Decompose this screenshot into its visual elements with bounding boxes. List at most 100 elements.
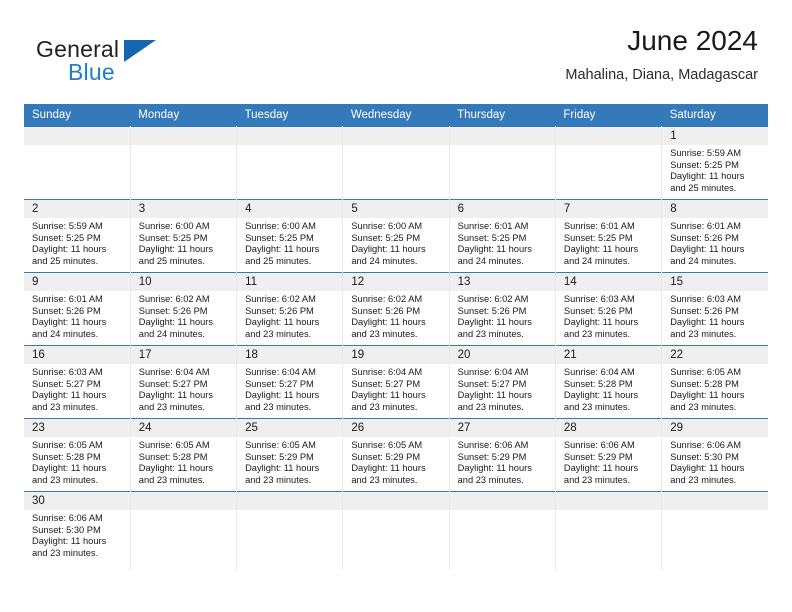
sunrise-text: Sunrise: 6:04 AM xyxy=(457,367,529,377)
calendar-day-cell[interactable]: 14 Sunrise: 6:03 AM Sunset: 5:26 PM Dayligh… xyxy=(554,272,663,346)
sunrise-text: Sunrise: 6:01 AM xyxy=(457,221,529,231)
general-blue-logo[interactable]: General Blue xyxy=(36,36,216,92)
calendar-day-cell[interactable]: 27 Sunrise: 6:06 AM Sunset: 5:29 PM Dayligh… xyxy=(448,418,556,492)
sunset-text: Sunset: 5:25 PM xyxy=(563,232,633,243)
day-cell-inner: 13 Sunrise: 6:02 AM Sunset: 5:26 PM Dayligh… xyxy=(449,273,555,345)
day-cell-inner: 18 Sunrise: 6:04 AM Sunset: 5:27 PM Dayligh… xyxy=(237,346,343,418)
day-number xyxy=(343,127,449,145)
daylight-text-line2: and 23 minutes. xyxy=(563,474,631,485)
day-number xyxy=(130,492,237,510)
weekday-header-wednesday: Wednesday xyxy=(342,104,450,127)
day-details: Sunrise: 5:59 AM Sunset: 5:25 PM Daylight:… xyxy=(662,145,768,194)
daylight-text-line2: and 23 minutes. xyxy=(670,328,737,339)
daylight-text-line2: and 23 minutes. xyxy=(563,401,631,412)
calendar-day-cell[interactable]: 30 Sunrise: 6:06 AM Sunset: 5:30 PM Dayligh… xyxy=(24,491,131,570)
calendar-day-cell[interactable]: 23 Sunrise: 6:05 AM Sunset: 5:28 PM Dayligh… xyxy=(24,418,131,492)
sunrise-text: Sunrise: 6:02 AM xyxy=(138,294,210,304)
calendar-day-cell[interactable]: 3 Sunrise: 6:00 AM Sunset: 5:25 PM Daylight… xyxy=(129,199,238,273)
day-cell-inner: 16 Sunrise: 6:03 AM Sunset: 5:27 PM Dayligh… xyxy=(24,346,130,418)
sunset-text: Sunset: 5:28 PM xyxy=(32,451,101,462)
calendar-day-cell[interactable]: 15 Sunrise: 6:03 AM Sunset: 5:26 PM Dayligh… xyxy=(661,272,768,346)
calendar-day-cell[interactable]: 17 Sunrise: 6:04 AM Sunset: 5:27 PM Dayligh… xyxy=(129,345,238,419)
day-number: 5 xyxy=(343,200,449,218)
day-cell-inner xyxy=(449,127,555,199)
calendar-day-cell[interactable]: 20 Sunrise: 6:04 AM Sunset: 5:27 PM Dayligh… xyxy=(448,345,556,419)
calendar-day-cell[interactable]: 7 Sunrise: 6:01 AM Sunset: 5:25 PM Daylight… xyxy=(554,199,663,273)
day-number: 6 xyxy=(449,200,555,218)
day-number xyxy=(24,127,130,145)
daylight-text-line1: Daylight: 11 hours xyxy=(32,390,107,401)
sunrise-text: Sunrise: 6:05 AM xyxy=(245,440,316,450)
calendar-day-cell-empty xyxy=(236,491,344,570)
sunrise-text: Sunrise: 6:03 AM xyxy=(670,294,741,304)
day-number: 19 xyxy=(343,346,449,364)
daylight-text-line2: and 24 minutes. xyxy=(138,328,205,339)
calendar-day-cell[interactable]: 12 Sunrise: 6:02 AM Sunset: 5:26 PM Dayligh… xyxy=(342,272,450,346)
sunrise-text: Sunrise: 6:06 AM xyxy=(670,440,741,450)
calendar-day-cell[interactable]: 25 Sunrise: 6:05 AM Sunset: 5:29 PM Dayligh… xyxy=(236,418,344,492)
calendar-day-cell[interactable]: 24 Sunrise: 6:05 AM Sunset: 5:28 PM Dayligh… xyxy=(129,418,238,492)
calendar-day-cell[interactable]: 2 Sunrise: 5:59 AM Sunset: 5:25 PM Daylight… xyxy=(24,199,131,273)
day-number: 29 xyxy=(662,419,768,437)
daylight-text-line1: Daylight: 11 hours xyxy=(563,463,639,474)
sunset-text: Sunset: 5:25 PM xyxy=(138,232,208,243)
day-number: 15 xyxy=(662,273,768,291)
calendar-day-cell[interactable]: 21 Sunrise: 6:04 AM Sunset: 5:28 PM Dayligh… xyxy=(554,345,663,419)
sunset-text: Sunset: 5:27 PM xyxy=(351,378,421,389)
day-details: Sunrise: 6:05 AM Sunset: 5:28 PM Daylight:… xyxy=(24,437,130,486)
calendar-day-cell[interactable]: 28 Sunrise: 6:06 AM Sunset: 5:29 PM Dayligh… xyxy=(554,418,663,492)
calendar-week-row: 9 Sunrise: 6:01 AM Sunset: 5:26 PM Daylight… xyxy=(24,272,768,346)
sunrise-text: Sunrise: 6:06 AM xyxy=(457,440,529,450)
calendar-day-cell[interactable]: 8 Sunrise: 6:01 AM Sunset: 5:26 PM Daylight… xyxy=(661,199,768,273)
calendar-day-cell[interactable]: 26 Sunrise: 6:05 AM Sunset: 5:29 PM Dayligh… xyxy=(342,418,450,492)
day-details: Sunrise: 6:06 AM Sunset: 5:30 PM Daylight:… xyxy=(24,510,130,559)
calendar-day-cell[interactable]: 18 Sunrise: 6:04 AM Sunset: 5:27 PM Dayligh… xyxy=(236,345,344,419)
page-header: General Blue June 2024 Mahalina, Diana, … xyxy=(24,24,768,98)
logo-blue-text: Blue xyxy=(68,59,115,85)
calendar-day-cell[interactable]: 10 Sunrise: 6:02 AM Sunset: 5:26 PM Dayligh… xyxy=(129,272,238,346)
day-cell-inner: 28 Sunrise: 6:06 AM Sunset: 5:29 PM Dayligh… xyxy=(555,419,662,491)
calendar-day-cell[interactable]: 6 Sunrise: 6:01 AM Sunset: 5:25 PM Daylight… xyxy=(448,199,556,273)
sunrise-text: Sunrise: 5:59 AM xyxy=(670,148,741,158)
day-details: Sunrise: 6:01 AM Sunset: 5:26 PM Daylight:… xyxy=(662,218,768,267)
calendar-day-cell[interactable]: 11 Sunrise: 6:02 AM Sunset: 5:26 PM Dayligh… xyxy=(236,272,344,346)
daylight-text-line1: Daylight: 11 hours xyxy=(138,244,214,255)
daylight-text-line2: and 23 minutes. xyxy=(457,474,524,485)
sunset-text: Sunset: 5:28 PM xyxy=(138,451,208,462)
calendar-day-cell[interactable]: 9 Sunrise: 6:01 AM Sunset: 5:26 PM Daylight… xyxy=(24,272,131,346)
calendar-body: 1 Sunrise: 5:59 AM Sunset: 5:25 PM Daylight… xyxy=(24,126,768,570)
sunrise-text: Sunrise: 6:02 AM xyxy=(457,294,529,304)
calendar-day-cell[interactable]: 13 Sunrise: 6:02 AM Sunset: 5:26 PM Dayligh… xyxy=(448,272,556,346)
day-cell-inner: 22 Sunrise: 6:05 AM Sunset: 5:28 PM Dayligh… xyxy=(662,346,768,418)
calendar-day-cell[interactable]: 1 Sunrise: 5:59 AM Sunset: 5:25 PM Daylight… xyxy=(661,126,768,200)
daylight-text-line2: and 24 minutes. xyxy=(670,255,737,266)
day-number: 11 xyxy=(237,273,343,291)
day-details: Sunrise: 6:00 AM Sunset: 5:25 PM Daylight:… xyxy=(343,218,448,267)
sunrise-text: Sunrise: 6:01 AM xyxy=(670,221,741,231)
calendar-day-cell[interactable]: 22 Sunrise: 6:05 AM Sunset: 5:28 PM Dayligh… xyxy=(661,345,768,419)
sunset-text: Sunset: 5:28 PM xyxy=(563,378,633,389)
calendar-day-cell[interactable]: 19 Sunrise: 6:04 AM Sunset: 5:27 PM Dayligh… xyxy=(342,345,450,419)
sunrise-text: Sunrise: 6:00 AM xyxy=(351,221,423,231)
calendar-day-cell[interactable]: 5 Sunrise: 6:00 AM Sunset: 5:25 PM Daylight… xyxy=(342,199,450,273)
day-cell-inner xyxy=(237,127,343,199)
calendar-day-cell-empty xyxy=(129,491,238,570)
day-details: Sunrise: 6:04 AM Sunset: 5:27 PM Daylight:… xyxy=(237,364,342,413)
sunset-text: Sunset: 5:30 PM xyxy=(670,451,739,462)
daylight-text-line1: Daylight: 11 hours xyxy=(32,317,107,328)
day-details: Sunrise: 6:02 AM Sunset: 5:26 PM Daylight:… xyxy=(450,291,555,340)
calendar-day-cell[interactable]: 16 Sunrise: 6:03 AM Sunset: 5:27 PM Dayligh… xyxy=(24,345,131,419)
daylight-text-line1: Daylight: 11 hours xyxy=(32,536,107,547)
calendar-day-cell-empty xyxy=(236,126,344,200)
sunset-text: Sunset: 5:30 PM xyxy=(32,524,101,535)
day-details: Sunrise: 6:06 AM Sunset: 5:30 PM Daylight:… xyxy=(662,437,768,486)
calendar-week-row: 2 Sunrise: 5:59 AM Sunset: 5:25 PM Daylight… xyxy=(24,199,768,273)
calendar-day-cell-empty xyxy=(554,126,663,200)
day-details: Sunrise: 6:03 AM Sunset: 5:26 PM Daylight:… xyxy=(662,291,768,340)
calendar-day-cell[interactable]: 4 Sunrise: 6:00 AM Sunset: 5:25 PM Daylight… xyxy=(236,199,344,273)
day-number xyxy=(130,127,237,145)
calendar-day-cell-empty xyxy=(448,491,556,570)
daylight-text-line2: and 23 minutes. xyxy=(351,474,418,485)
calendar-day-cell[interactable]: 29 Sunrise: 6:06 AM Sunset: 5:30 PM Dayligh… xyxy=(661,418,768,492)
day-number: 10 xyxy=(130,273,237,291)
